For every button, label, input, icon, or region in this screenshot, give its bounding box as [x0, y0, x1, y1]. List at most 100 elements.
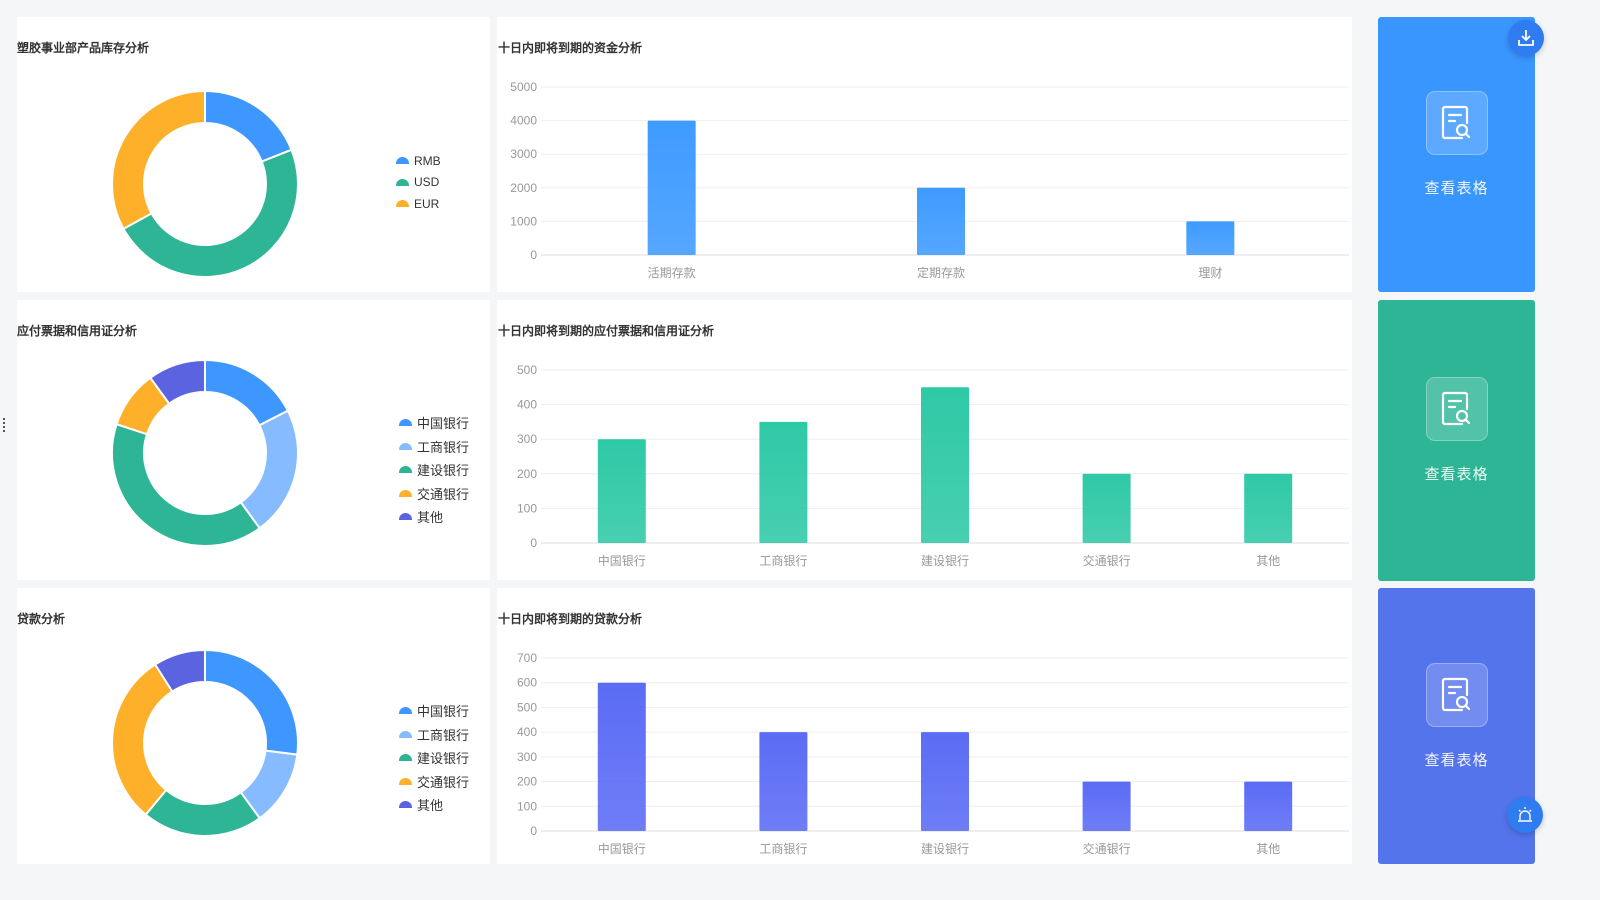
bar[interactable]	[759, 732, 808, 831]
donut-slice[interactable]	[204, 648, 299, 756]
legend-swatch-icon	[399, 754, 412, 762]
bar[interactable]	[1186, 221, 1235, 255]
y-tick-label: 300	[517, 432, 537, 446]
y-tick-label: 0	[530, 824, 537, 838]
bar[interactable]	[1244, 781, 1293, 831]
legend-label: 其他	[417, 798, 444, 814]
legend-label: 工商银行	[417, 727, 470, 743]
y-tick-label: 500	[517, 700, 537, 714]
legend-swatch-icon	[399, 707, 412, 715]
donut-slice[interactable]	[111, 89, 206, 231]
download-icon	[1518, 30, 1534, 46]
y-tick-label: 400	[517, 398, 537, 412]
pie-panel: 塑胶事业部产品库存分析 RMB USD EUR	[17, 17, 490, 292]
view-table-label: 查看表格	[1424, 180, 1489, 197]
legend-label: 交通银行	[417, 486, 470, 502]
legend-item[interactable]: 交通银行	[399, 770, 469, 794]
y-tick-label: 1000	[510, 214, 537, 228]
legend-item[interactable]: 交通银行	[399, 482, 469, 506]
donut-slice[interactable]	[111, 423, 262, 547]
donut-chart	[111, 648, 299, 837]
download-button[interactable]	[1508, 20, 1544, 56]
legend-swatch-icon	[396, 200, 409, 208]
donut-slice[interactable]	[144, 788, 262, 837]
legend-item[interactable]: 其他	[399, 505, 469, 529]
x-tick-label: 交通银行	[1083, 841, 1131, 856]
bar-panel: 十日内即将到期的应付票据和信用证分析 0 100 200 300 400 500 中国银行 工商…	[497, 300, 1352, 580]
legend-item[interactable]: 建设银行	[399, 458, 469, 482]
bar[interactable]	[917, 187, 965, 255]
y-tick-label: 3000	[510, 147, 537, 161]
legend-label: 中国银行	[417, 416, 470, 432]
bar[interactable]	[1082, 473, 1131, 543]
donut-slice[interactable]	[204, 89, 293, 163]
legend-swatch-icon	[399, 801, 412, 809]
pie-title: 塑胶事业部产品库存分析	[17, 41, 150, 55]
y-tick-label: 4000	[510, 114, 537, 128]
view-table-label: 查看表格	[1424, 751, 1489, 769]
legend-label: RMB	[414, 153, 441, 168]
bar[interactable]	[921, 732, 969, 831]
x-tick-label: 中国银行	[598, 553, 646, 568]
pie-title: 贷款分析	[17, 612, 66, 626]
y-tick-label: 200	[517, 467, 537, 481]
alarm-button[interactable]	[1507, 797, 1543, 833]
x-tick-label: 其他	[1256, 554, 1280, 568]
legend-item[interactable]: 建设银行	[399, 746, 469, 770]
y-tick-label: 200	[517, 775, 537, 789]
donut-slice[interactable]	[239, 409, 299, 530]
legend-label: 中国银行	[417, 704, 470, 720]
x-tick-label: 工商银行	[759, 553, 807, 568]
bar[interactable]	[759, 421, 808, 543]
legend-label: EUR	[414, 196, 440, 211]
y-tick-label: 5000	[510, 80, 537, 94]
x-tick-label: 定期存款	[917, 265, 965, 280]
legend-item[interactable]: 工商银行	[399, 723, 469, 747]
donut-slice[interactable]	[204, 358, 290, 427]
legend-item[interactable]: RMB	[396, 150, 441, 172]
legend-swatch-icon	[399, 466, 412, 474]
legend-label: USD	[414, 175, 440, 190]
y-tick-label: 100	[517, 799, 537, 813]
bar[interactable]	[1082, 781, 1131, 831]
x-tick-label: 活期存款	[648, 266, 696, 280]
bar-panel: 十日内即将到期的贷款分析 0 100 200 300 400 500 600 700 中国银行 工商…	[497, 588, 1352, 864]
bar[interactable]	[597, 682, 646, 831]
legend-label: 交通银行	[417, 774, 470, 790]
y-tick-label: 400	[517, 725, 537, 739]
bar[interactable]	[597, 439, 646, 543]
alarm-icon	[1518, 807, 1532, 822]
view-table-card[interactable]: 查看表格	[1378, 17, 1535, 292]
drag-handle-icon[interactable]	[3, 418, 5, 432]
pie-panel: 贷款分析中国银行工商银行建设银行交通银行其他	[17, 588, 490, 864]
legend-swatch-icon	[396, 157, 409, 165]
legend-item[interactable]: 其他	[399, 793, 469, 817]
legend-item[interactable]: 工商银行	[399, 435, 469, 459]
y-tick-label: 600	[517, 676, 537, 690]
donut-slice[interactable]	[111, 663, 174, 817]
legend-swatch-icon	[396, 178, 409, 186]
bar[interactable]	[1244, 473, 1293, 543]
legend-label: 建设银行	[417, 751, 470, 767]
view-table-card[interactable]: 查看表格	[1378, 300, 1535, 581]
bar[interactable]	[921, 387, 969, 543]
legend-label: 建设银行	[417, 463, 470, 479]
donut-chart	[111, 358, 299, 547]
legend-item[interactable]: 中国银行	[399, 411, 469, 435]
legend-item[interactable]: EUR	[396, 193, 441, 215]
legend-item[interactable]: 中国银行	[399, 699, 469, 723]
bar-panel: 十日内即将到期的资金分析 0 1000 2000 3000 4000 5000 活期存款 定期存…	[497, 17, 1352, 292]
pie-panel: 应付票据和信用证分析中国银行工商银行建设银行交通银行其他	[17, 300, 490, 580]
x-tick-label: 其他	[1256, 842, 1280, 856]
bar-chart: 0 1000 2000 3000 4000 5000 活期存款 定期存款 理财	[510, 80, 1349, 280]
legend-label: 工商银行	[417, 439, 470, 455]
bar[interactable]	[647, 120, 696, 255]
legend-item[interactable]: USD	[396, 172, 441, 194]
x-tick-label: 理财	[1198, 266, 1222, 280]
y-tick-label: 2000	[510, 181, 537, 195]
x-tick-label: 建设银行	[921, 554, 969, 568]
pie-legend: RMB USD EUR	[396, 150, 441, 215]
y-tick-label: 0	[530, 536, 537, 550]
pie-title: 应付票据和信用证分析	[17, 324, 138, 338]
bar-chart: 0 100 200 300 400 500 600 700 中国银行 工商银行 建设银行 交通银行 其他	[517, 651, 1349, 856]
